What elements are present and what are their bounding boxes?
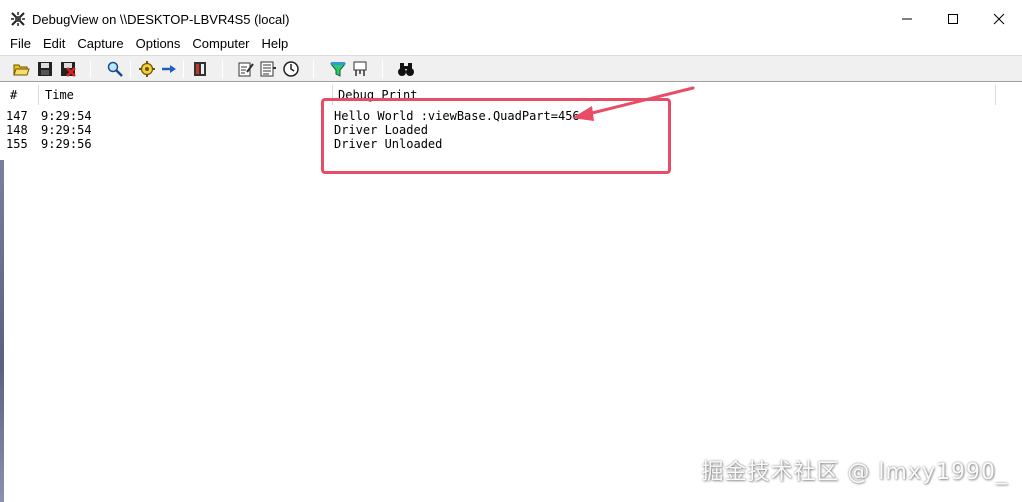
find-button[interactable] xyxy=(106,60,124,78)
toolbar-separator xyxy=(130,60,131,78)
row-time: 9:29:54 xyxy=(41,123,92,137)
menu-edit[interactable]: Edit xyxy=(37,34,71,54)
toolbar-separator xyxy=(382,60,383,78)
row-time: 9:29:56 xyxy=(41,137,92,151)
search-binoculars-icon xyxy=(398,63,414,76)
row-number: 147 xyxy=(6,109,28,123)
clock-icon xyxy=(283,61,299,77)
annotation-highlight-box xyxy=(321,98,671,174)
clock-button[interactable] xyxy=(282,60,300,78)
open-button[interactable] xyxy=(12,60,30,78)
minimize-button[interactable] xyxy=(884,4,930,34)
menu-help[interactable]: Help xyxy=(256,34,295,54)
toolbar xyxy=(0,55,1022,82)
column-header-time[interactable]: Time xyxy=(45,83,74,107)
menu-bar: File Edit Capture Options Computer Help xyxy=(0,34,294,54)
menu-options[interactable]: Options xyxy=(130,34,187,54)
autoscroll-icon xyxy=(162,65,176,73)
save-button[interactable] xyxy=(36,60,54,78)
open-icon xyxy=(13,64,30,76)
menu-computer[interactable]: Computer xyxy=(186,34,255,54)
column-divider[interactable] xyxy=(38,85,39,105)
debugview-app-icon xyxy=(11,12,25,26)
menu-capture[interactable]: Capture xyxy=(71,34,129,54)
window-controls xyxy=(884,4,1022,34)
row-time: 9:29:54 xyxy=(41,109,92,123)
minimize-icon xyxy=(902,18,912,20)
close-button[interactable] xyxy=(976,4,1022,34)
maximize-icon xyxy=(948,14,958,24)
debugview-window: DebugView on \\DESKTOP-LBVR4S5 (local) F… xyxy=(0,0,1022,502)
row-number: 148 xyxy=(6,123,28,137)
toolbar-separator xyxy=(90,60,91,78)
capture-kernel-button[interactable] xyxy=(191,60,209,78)
capture-gear-icon xyxy=(139,61,155,77)
row-number: 155 xyxy=(6,137,28,151)
maximize-button[interactable] xyxy=(930,4,976,34)
event-filter-button[interactable] xyxy=(351,60,369,78)
clear-display-button[interactable] xyxy=(59,60,77,78)
find-icon xyxy=(107,61,123,77)
toolbar-separator xyxy=(222,60,223,78)
close-icon xyxy=(993,13,1005,25)
capture-win32-button[interactable] xyxy=(138,60,156,78)
highlight-icon xyxy=(329,62,347,77)
capture-kernel-icon xyxy=(194,62,206,76)
autoscroll-button[interactable] xyxy=(160,60,178,78)
event-filter-icon xyxy=(353,61,367,76)
filter-button[interactable] xyxy=(237,60,255,78)
desktop-edge xyxy=(0,160,4,502)
search-button[interactable] xyxy=(397,60,415,78)
filter-icon xyxy=(238,62,254,77)
watermark: 掘金技术社区 @ lmxy1990_ xyxy=(701,460,1008,485)
title-bar[interactable]: DebugView on \\DESKTOP-LBVR4S5 (local) xyxy=(0,4,1022,34)
history-button[interactable] xyxy=(259,60,277,78)
save-icon xyxy=(38,62,52,76)
column-divider[interactable] xyxy=(995,85,996,105)
history-icon xyxy=(260,61,276,77)
highlight-button[interactable] xyxy=(329,60,347,78)
clear-display-icon xyxy=(61,62,76,77)
toolbar-separator xyxy=(183,60,184,78)
menu-file[interactable]: File xyxy=(4,34,37,54)
column-header-number[interactable]: # xyxy=(10,83,17,107)
toolbar-separator xyxy=(313,60,314,78)
window-title: DebugView on \\DESKTOP-LBVR4S5 (local) xyxy=(32,11,290,27)
